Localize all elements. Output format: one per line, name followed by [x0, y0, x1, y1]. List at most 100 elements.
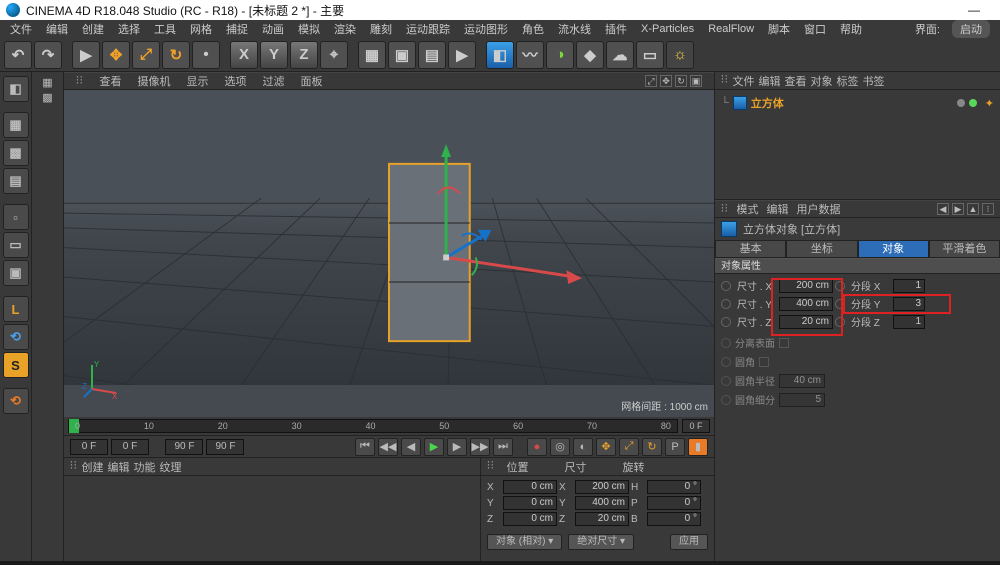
tweak-mode[interactable]: ⟲ — [3, 324, 29, 350]
range-start[interactable]: 0 F — [70, 439, 108, 455]
record-button[interactable]: ● — [527, 438, 547, 456]
tab-basic[interactable]: 基本 — [715, 240, 786, 258]
render-settings-button[interactable]: ▤ — [418, 41, 446, 69]
attr-menu-icon[interactable]: ⁝ — [982, 203, 994, 215]
edge-mode[interactable]: ▭ — [3, 232, 29, 258]
goto-end-button[interactable]: ⏭ — [493, 438, 513, 456]
attr-nav-up[interactable]: ▲ — [967, 203, 979, 215]
rotate-tool[interactable]: ↻ — [162, 41, 190, 69]
workplane-mode[interactable]: ▤ — [3, 168, 29, 194]
timeline-frame-a[interactable]: 0 F — [682, 419, 710, 433]
menu-edit[interactable]: 编辑 — [40, 19, 74, 39]
mat-edit[interactable]: 编辑 — [108, 459, 130, 475]
size-x-field[interactable]: 200 cm — [575, 480, 629, 494]
vp-view[interactable]: 查看 — [94, 72, 128, 90]
scale-tool[interactable]: ⤢ — [132, 41, 160, 69]
coord-apply-button[interactable]: 应用 — [670, 534, 708, 550]
attr-edit[interactable]: 编辑 — [767, 201, 789, 217]
fillet-radius-input[interactable]: 40 cm — [779, 374, 825, 388]
om-obj[interactable]: 对象 — [811, 73, 833, 89]
add-primitive-button[interactable]: ◧ — [486, 41, 514, 69]
separate-checkbox[interactable] — [779, 338, 789, 348]
anim-dot[interactable] — [721, 317, 731, 327]
coord-size-dropdown[interactable]: 绝对尺寸 ▾ — [568, 534, 634, 550]
key-rot-button[interactable]: ↻ — [642, 438, 662, 456]
attr-user[interactable]: 用户数据 — [797, 201, 841, 217]
seg-z-input[interactable]: 1 — [893, 315, 925, 329]
palette-b[interactable]: ▩ — [42, 91, 52, 104]
menu-render[interactable]: 渲染 — [328, 19, 362, 39]
key-pla-button[interactable]: ▮ — [688, 438, 708, 456]
size-z-input[interactable]: 20 cm — [779, 315, 833, 329]
menu-pipe[interactable]: 流水线 — [552, 19, 597, 39]
size-z-field[interactable]: 20 cm — [575, 512, 629, 526]
mat-tex[interactable]: 纹理 — [160, 459, 182, 475]
tab-coord[interactable]: 坐标 — [786, 240, 857, 258]
size-y-field[interactable]: 400 cm — [575, 496, 629, 510]
poly-mode[interactable]: ▣ — [3, 260, 29, 286]
anim-dot[interactable] — [721, 281, 731, 291]
layout-selector[interactable]: 启动 — [952, 20, 990, 38]
anim-dot[interactable] — [835, 317, 845, 327]
timeline[interactable]: 0 10 20 30 40 50 60 70 80 0 F — [64, 417, 714, 435]
snap-toggle[interactable]: S — [3, 352, 29, 378]
size-x-input[interactable]: 200 cm — [779, 279, 833, 293]
anim-dot[interactable] — [835, 281, 845, 291]
vp-btn-3[interactable]: ↻ — [675, 75, 687, 87]
window-minimize-button[interactable]: — — [954, 3, 994, 17]
coord-system[interactable]: ⌖ — [320, 41, 348, 69]
vp-btn-2[interactable]: ✥ — [660, 75, 672, 87]
texture-mode[interactable]: ▩ — [3, 140, 29, 166]
frame-total[interactable]: 90 F — [206, 439, 244, 455]
coord-mode-dropdown[interactable]: 对象 (相对) ▾ — [487, 534, 562, 550]
pos-y-field[interactable]: 0 cm — [503, 496, 557, 510]
object-name[interactable]: 立方体 — [751, 95, 784, 111]
menu-create[interactable]: 创建 — [76, 19, 110, 39]
menu-track[interactable]: 运动跟踪 — [400, 19, 456, 39]
redo-button[interactable]: ↷ — [34, 41, 62, 69]
om-tag[interactable]: 标签 — [837, 73, 859, 89]
tab-object[interactable]: 对象 — [858, 240, 929, 258]
menu-mesh[interactable]: 网格 — [184, 19, 218, 39]
render-region-button[interactable]: ▣ — [388, 41, 416, 69]
add-deformer-button[interactable]: ◆ — [576, 41, 604, 69]
mat-create[interactable]: 创建 — [82, 459, 104, 475]
attr-nav-fwd[interactable]: ▶ — [952, 203, 964, 215]
magnet-button[interactable]: ⟲ — [3, 388, 29, 414]
menu-char[interactable]: 角色 — [516, 19, 550, 39]
recent-tool[interactable]: • — [192, 41, 220, 69]
vp-btn-4[interactable]: ▣ — [690, 75, 702, 87]
add-environment-button[interactable]: ☁ — [606, 41, 634, 69]
key-sel-button[interactable]: ◐ — [573, 438, 593, 456]
key-scale-button[interactable]: ⤢ — [619, 438, 639, 456]
move-tool[interactable]: ✥ — [102, 41, 130, 69]
z-axis-lock[interactable]: Z — [290, 41, 318, 69]
menu-mograph[interactable]: 运动图形 — [458, 19, 514, 39]
menu-window[interactable]: 窗口 — [798, 19, 832, 39]
seg-y-input[interactable]: 3 — [893, 297, 925, 311]
add-camera-button[interactable]: ▭ — [636, 41, 664, 69]
vp-panel[interactable]: 面板 — [295, 72, 329, 90]
menu-xp[interactable]: X-Particles — [635, 21, 700, 37]
tab-phong[interactable]: 平滑着色 — [929, 240, 1000, 258]
rot-h-field[interactable]: 0 ° — [647, 480, 701, 494]
fillet-checkbox[interactable] — [759, 357, 769, 367]
menu-snap[interactable]: 捕捉 — [220, 19, 254, 39]
om-file[interactable]: 文件 — [733, 73, 755, 89]
menu-help[interactable]: 帮助 — [834, 19, 868, 39]
point-mode[interactable]: ▫ — [3, 204, 29, 230]
menu-sim[interactable]: 模拟 — [292, 19, 326, 39]
live-select-tool[interactable]: ▶ — [72, 41, 100, 69]
picture-viewer-button[interactable]: ▶ — [448, 41, 476, 69]
next-frame-button[interactable]: ▶ — [447, 438, 467, 456]
pos-x-field[interactable]: 0 cm — [503, 480, 557, 494]
goto-start-button[interactable]: ⏮ — [355, 438, 375, 456]
fillet-sub-input[interactable]: 5 — [779, 393, 825, 407]
vp-filter[interactable]: 过滤 — [257, 72, 291, 90]
vp-camera[interactable]: 摄像机 — [132, 72, 177, 90]
next-key-button[interactable]: ▶▶ — [470, 438, 490, 456]
menu-select[interactable]: 选择 — [112, 19, 146, 39]
menu-file[interactable]: 文件 — [4, 19, 38, 39]
add-generator-button[interactable]: ◑ — [546, 41, 574, 69]
vis-render-toggle[interactable] — [969, 99, 977, 107]
